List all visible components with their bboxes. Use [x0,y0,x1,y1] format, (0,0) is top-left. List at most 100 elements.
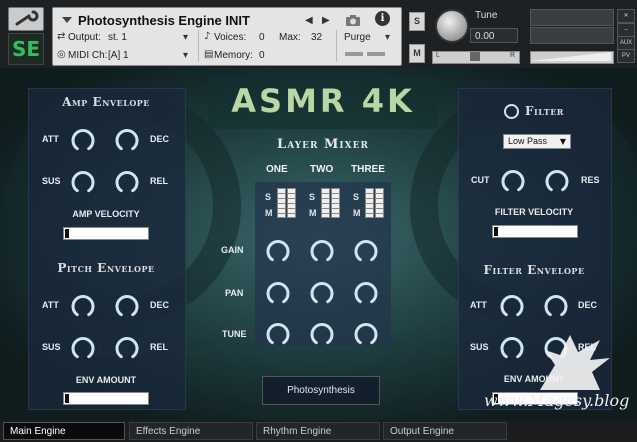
mute-button[interactable]: M [409,44,425,63]
knob-icon [266,281,290,304]
amp-rel-label: REL [150,176,168,186]
layer-two-mute-button[interactable]: M [309,208,317,218]
next-instrument-icon[interactable]: ▶ [322,15,330,26]
knob-icon [500,336,524,359]
filter-title: Filter [525,104,564,118]
tab-rhythm-engine[interactable]: Rhythm Engine [256,422,380,440]
tab-effects-engine[interactable]: Effects Engine [129,422,253,440]
pitch-rel-label: REL [150,342,168,352]
tune-knob[interactable] [435,9,469,43]
knob-icon [354,239,378,262]
max-voices-value[interactable]: 32 [311,32,322,43]
filter-env-sustain-knob[interactable] [499,335,525,361]
filter-env-decay-knob[interactable] [543,293,569,319]
pan-slider-handle[interactable] [470,52,480,61]
level-indicator [367,52,385,56]
layer-two-gain-knob[interactable] [309,238,335,264]
wrench-icon [15,10,39,26]
instrument-body: -12dB OVER -12dB Amp Envelope ATT DEC SU… [0,68,637,420]
pitch-env-amount-slider[interactable] [63,392,149,405]
memory-icon: ▤ [204,49,214,60]
pan-left-label: L [436,52,440,59]
layer-two-tune-knob[interactable] [309,321,335,347]
purge-button[interactable]: Purge [344,32,371,43]
layer-one-tune-knob[interactable] [265,321,291,347]
filter-env-dec-label: DEC [578,300,598,310]
layer-one-solo-button[interactable]: S [265,192,271,202]
instrument-menu-caret-icon[interactable] [62,17,72,23]
layer-three-solo-button[interactable]: S [353,192,359,202]
amp-decay-knob[interactable] [114,127,140,153]
layer-one-pan-knob[interactable] [265,280,291,306]
layer-three-tune-knob[interactable] [353,321,379,347]
memory-value: 0 [259,50,265,61]
knob-icon [545,169,569,192]
preset-name-display[interactable]: Photosynthesis [262,376,380,405]
amp-velocity-label: AMP VELOCITY [72,209,140,219]
layer-one-gain-knob[interactable] [265,238,291,264]
pitch-attack-knob[interactable] [70,293,96,319]
tab-output-engine[interactable]: Output Engine [383,422,507,440]
voices-value: 0 [259,32,265,43]
filter-resonance-knob[interactable] [544,168,570,194]
prev-instrument-icon[interactable]: ◀ [305,15,313,26]
layer-three-fader[interactable] [375,188,384,218]
filter-velocity-slider[interactable] [492,225,578,238]
tab-main-engine[interactable]: Main Engine [3,422,125,440]
knob-icon [266,239,290,262]
knob-icon [115,170,139,193]
knob-icon [71,294,95,317]
pitch-sustain-knob[interactable] [70,335,96,361]
amp-sus-label: SUS [42,176,61,186]
solo-button[interactable]: S [409,12,425,31]
amp-dec-label: DEC [150,134,170,144]
layer-two-solo-button[interactable]: S [309,192,315,202]
minimize-icon[interactable]: – [617,23,635,37]
pitch-release-knob[interactable] [114,335,140,361]
midi-channel-select[interactable]: [A] 1 [108,50,129,61]
filter-type-select[interactable]: Low Pass ▼ [503,134,571,149]
filter-env-attack-knob[interactable] [499,293,525,319]
output-dropdown-icon[interactable]: ▾ [183,32,188,43]
midi-icon: ◎ [57,49,66,60]
layer-one-fader[interactable] [287,188,296,218]
layer-three-pan-knob[interactable] [353,280,379,306]
layer-three-gain-knob[interactable] [353,238,379,264]
midi-label: MIDI Ch: [68,50,108,61]
layer-one-mute-button[interactable]: M [265,208,273,218]
close-icon[interactable]: ✕ [617,9,635,23]
pv-button[interactable]: PV [617,49,635,63]
camera-icon[interactable] [345,12,361,31]
pitch-decay-knob[interactable] [114,293,140,319]
layer-two-pan-knob[interactable] [309,280,335,306]
purge-dropdown-icon[interactable]: ▾ [385,32,390,43]
pitch-env-amount-label: ENV AMOUNT [75,375,137,385]
wrench-button[interactable] [8,7,44,31]
knob-icon [115,128,139,151]
amp-velocity-slider[interactable] [63,227,149,240]
volume-slider[interactable] [530,51,614,64]
layer-two-fader[interactable] [331,188,340,218]
instrument-name[interactable]: Photosynthesis Engine INIT [78,13,250,28]
knob-icon [266,322,290,345]
tune-value[interactable]: 0.00 [470,28,518,43]
divider [336,30,337,62]
filter-cutoff-knob[interactable] [500,168,526,194]
layer-three-mute-button[interactable]: M [353,208,361,218]
chevron-down-icon: ▼ [559,137,566,146]
amp-sustain-knob[interactable] [70,169,96,195]
layer-two-header: TWO [310,164,334,175]
midi-dropdown-icon[interactable]: ▾ [183,50,188,61]
aux-button[interactable]: AUX [617,36,635,50]
info-icon[interactable]: i [375,11,390,26]
layer-three-fader[interactable] [365,188,374,218]
watermark-text: www.Magesy.blog [484,391,630,410]
layer-one-fader[interactable] [277,188,286,218]
pitch-envelope-title: Pitch Envelope [57,261,155,275]
amp-release-knob[interactable] [114,169,140,195]
filter-power-toggle[interactable] [504,104,519,119]
amp-attack-knob[interactable] [70,127,96,153]
output-select[interactable]: st. 1 [108,32,127,43]
filter-cut-label: CUT [471,175,490,185]
layer-two-fader[interactable] [321,188,330,218]
